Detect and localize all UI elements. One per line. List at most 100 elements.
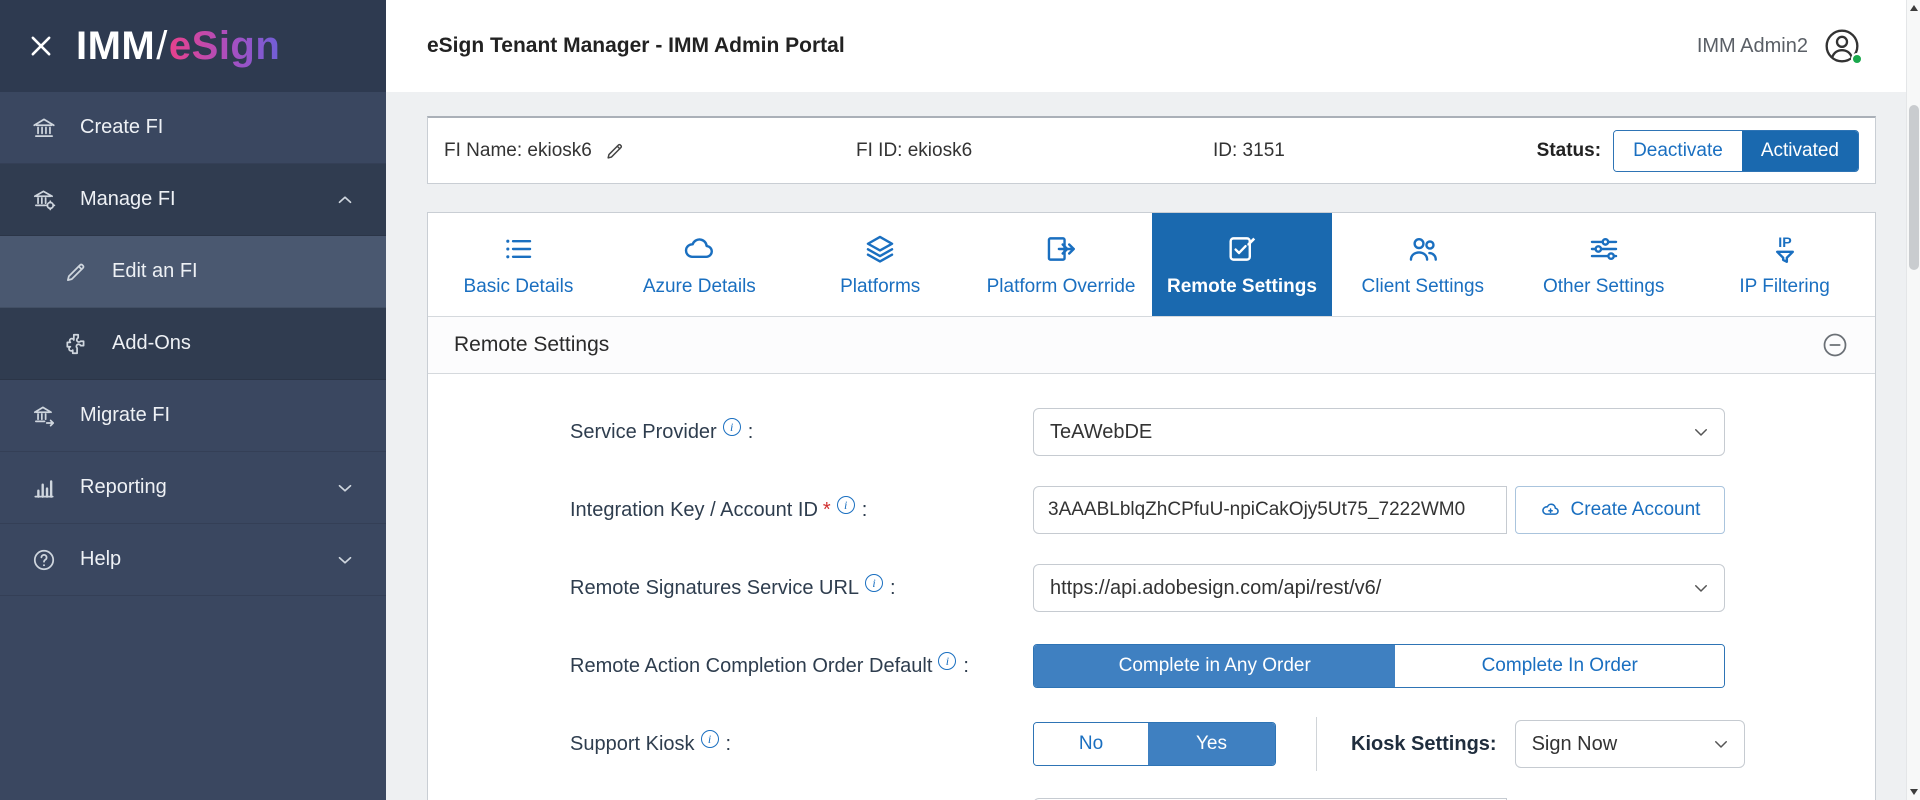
svg-text:IP: IP bbox=[1778, 235, 1791, 251]
integration-key-label: Integration Key / Account ID bbox=[570, 499, 818, 522]
tab-azure-details[interactable]: Azure Details bbox=[609, 213, 790, 316]
kiosk-settings-select[interactable]: Sign Now bbox=[1515, 720, 1745, 768]
sidebar-item-help[interactable]: Help bbox=[0, 524, 386, 596]
service-provider-row: Service Provider i : TeAWebDE bbox=[428, 408, 1875, 456]
layers-icon bbox=[863, 231, 897, 267]
logo-esign-text: eSign bbox=[169, 24, 280, 68]
create-account-label: Create Account bbox=[1571, 499, 1701, 521]
info-icon[interactable]: i bbox=[938, 652, 956, 670]
kiosk-yes-option[interactable]: Yes bbox=[1148, 723, 1275, 765]
fi-name-block: FI Name: ekiosk6 bbox=[444, 140, 856, 162]
logo-slash: / bbox=[156, 24, 168, 68]
fi-name-text: FI Name: ekiosk6 bbox=[444, 140, 592, 162]
sidebar-item-label: Help bbox=[80, 548, 121, 571]
info-icon[interactable]: i bbox=[837, 496, 855, 514]
colon: : bbox=[862, 499, 868, 522]
scrollbar-thumb[interactable] bbox=[1909, 105, 1919, 270]
field-label: Remote Action Completion Order Default i… bbox=[428, 655, 1033, 678]
main-area: eSign Tenant Manager - IMM Admin Portal … bbox=[386, 0, 1920, 800]
completion-order-label: Remote Action Completion Order Default bbox=[570, 655, 932, 678]
integration-key-input[interactable] bbox=[1033, 486, 1507, 534]
tab-ip-filtering[interactable]: IP IP Filtering bbox=[1694, 213, 1875, 316]
sidebar-item-reporting[interactable]: Reporting bbox=[0, 452, 386, 524]
edit-fi-name-icon[interactable] bbox=[604, 140, 626, 162]
chevron-down-icon bbox=[1712, 735, 1730, 753]
sidebar-item-add-ons[interactable]: Add-Ons bbox=[0, 308, 386, 380]
sidebar-item-label: Reporting bbox=[80, 476, 167, 499]
panel-header: Remote Settings bbox=[428, 316, 1875, 374]
tab-label: Client Settings bbox=[1362, 276, 1485, 298]
pencil-icon bbox=[62, 258, 90, 286]
status-toggle-group: Deactivate Activated bbox=[1613, 130, 1859, 172]
cloud-icon bbox=[682, 231, 716, 267]
complete-in-order-option[interactable]: Complete In Order bbox=[1395, 645, 1724, 687]
tab-platform-override[interactable]: Platform Override bbox=[971, 213, 1152, 316]
app-logo: IMM/eSign bbox=[76, 24, 280, 69]
close-icon[interactable] bbox=[26, 31, 56, 61]
box-arrow-icon bbox=[1044, 231, 1078, 267]
page-scrollbar[interactable] bbox=[1906, 0, 1920, 800]
info-icon[interactable]: i bbox=[865, 574, 883, 592]
fi-numeric-id-text: ID: 3151 bbox=[1213, 140, 1537, 162]
tab-bar: Basic Details Azure Details Platforms bbox=[428, 213, 1875, 316]
bar-chart-icon bbox=[30, 474, 58, 502]
bank-gear-icon bbox=[30, 186, 58, 214]
create-account-icon bbox=[1540, 499, 1562, 521]
tab-label: IP Filtering bbox=[1739, 276, 1829, 298]
sidebar: IMM/eSign Create FI Manage FI bbox=[0, 0, 386, 800]
completion-order-toggle: Complete in Any Order Complete In Order bbox=[1033, 644, 1725, 688]
sidebar-item-manage-fi[interactable]: Manage FI bbox=[0, 164, 386, 236]
users-icon bbox=[1406, 231, 1440, 267]
create-account-button[interactable]: Create Account bbox=[1515, 486, 1725, 534]
user-name: IMM Admin2 bbox=[1697, 35, 1808, 58]
remote-url-row: Remote Signatures Service URL i : https:… bbox=[428, 564, 1875, 612]
kiosk-no-option[interactable]: No bbox=[1034, 723, 1148, 765]
kiosk-settings-label: Kiosk Settings: bbox=[1351, 733, 1497, 756]
sidebar-header: IMM/eSign bbox=[0, 0, 386, 92]
tab-label: Basic Details bbox=[464, 276, 574, 298]
colon: : bbox=[726, 733, 732, 756]
sidebar-item-create-fi[interactable]: Create FI bbox=[0, 92, 386, 164]
avatar[interactable] bbox=[1822, 26, 1862, 66]
sidebar-item-label: Add-Ons bbox=[112, 332, 191, 355]
info-icon[interactable]: i bbox=[723, 418, 741, 436]
scroll-down-arrow-icon[interactable] bbox=[1907, 784, 1920, 800]
remote-settings-form: Service Provider i : TeAWebDE bbox=[428, 374, 1875, 800]
required-marker: * bbox=[823, 499, 831, 522]
sidebar-item-migrate-fi[interactable]: Migrate FI bbox=[0, 380, 386, 452]
tab-basic-details[interactable]: Basic Details bbox=[428, 213, 609, 316]
ip-filter-icon: IP bbox=[1768, 231, 1802, 267]
support-kiosk-label: Support Kiosk bbox=[570, 733, 695, 756]
sidebar-item-label: Migrate FI bbox=[80, 404, 170, 427]
colon: : bbox=[748, 421, 754, 444]
complete-any-order-option[interactable]: Complete in Any Order bbox=[1034, 645, 1395, 687]
tab-label: Platforms bbox=[840, 276, 920, 298]
settings-card: Basic Details Azure Details Platforms bbox=[427, 212, 1876, 800]
scroll-up-arrow-icon[interactable] bbox=[1907, 0, 1920, 16]
tab-label: Remote Settings bbox=[1167, 276, 1317, 298]
chevron-down-icon bbox=[1692, 423, 1710, 441]
puzzle-icon bbox=[62, 330, 90, 358]
tab-client-settings[interactable]: Client Settings bbox=[1332, 213, 1513, 316]
service-provider-select[interactable]: TeAWebDE bbox=[1033, 408, 1725, 456]
info-icon[interactable]: i bbox=[701, 730, 719, 748]
support-kiosk-row: Support Kiosk i : No Yes Kiosk Settings: bbox=[428, 720, 1875, 768]
tab-remote-settings[interactable]: Remote Settings bbox=[1152, 213, 1333, 316]
colon: : bbox=[890, 577, 896, 600]
remote-url-select[interactable]: https://api.adobesign.com/api/rest/v6/ bbox=[1033, 564, 1725, 612]
panel-title: Remote Settings bbox=[454, 333, 609, 357]
user-menu[interactable]: IMM Admin2 bbox=[1697, 26, 1862, 66]
collapse-icon[interactable] bbox=[1821, 331, 1849, 359]
field-label: Remote Signatures Service URL i : bbox=[428, 577, 1033, 600]
chevron-down-icon bbox=[1692, 579, 1710, 597]
deactivate-button[interactable]: Deactivate bbox=[1614, 131, 1742, 171]
tab-other-settings[interactable]: Other Settings bbox=[1513, 213, 1694, 316]
service-provider-value: TeAWebDE bbox=[1050, 421, 1152, 444]
activated-button[interactable]: Activated bbox=[1742, 131, 1858, 171]
sidebar-item-label: Manage FI bbox=[80, 188, 176, 211]
app-window: IMM/eSign Create FI Manage FI bbox=[0, 0, 1920, 800]
sidebar-item-edit-an-fi[interactable]: Edit an FI bbox=[0, 236, 386, 308]
sidebar-item-label: Edit an FI bbox=[112, 260, 198, 283]
tab-platforms[interactable]: Platforms bbox=[790, 213, 971, 316]
page-title: eSign Tenant Manager - IMM Admin Portal bbox=[427, 34, 845, 58]
